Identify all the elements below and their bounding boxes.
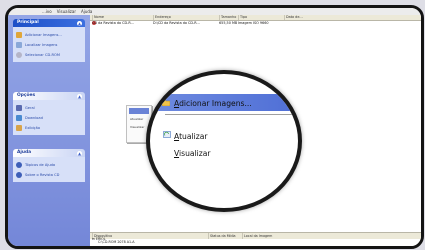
row-size: 655,50 MB (219, 21, 238, 25)
panel-principal: Principal ▲ Adicionar Imagens... Localiz… (13, 19, 85, 62)
display-icon (16, 125, 22, 131)
panel-ajuda-title: Ajuda (17, 150, 32, 155)
panel-opcoes-header[interactable]: Opções ▲ (13, 92, 85, 100)
column-header-endereco[interactable]: Endereço (153, 15, 171, 20)
menu-bar: ...ivo Visualizar Ajuda (8, 8, 421, 15)
tree-child[interactable]: C:\CD-ROM 2078 A1-A (92, 241, 135, 245)
menu-file[interactable]: ...ivo (42, 9, 52, 14)
sidebar-item-label: Sobre o Revista CD (25, 173, 60, 177)
sidebar-item-label: Adicionar Imagens... (25, 33, 62, 37)
menu-separator (165, 114, 295, 115)
row-name: CD da Revista do CD-R... (92, 21, 134, 25)
panel-opcoes-title: Opções (17, 93, 36, 98)
sidebar-item-selecionar-cdrom[interactable]: Selecionar CD-ROM (16, 50, 82, 60)
sidebar-item-geral[interactable]: Geral (16, 103, 82, 113)
context-menu: Adicionar Imagens... Atualizar Visualiza… (162, 99, 298, 200)
context-menu-small-highlight (129, 108, 149, 114)
column-header-tamanho[interactable]: Tamanho (219, 15, 236, 20)
column-header-nome[interactable]: Nome (92, 15, 104, 20)
menu-item-atualizar[interactable]: Atualizar (174, 132, 208, 141)
menu-item-adicionar-imagens[interactable]: Adicionar Imagens... (174, 99, 252, 108)
sidebar-item-download[interactable]: Download (16, 113, 82, 123)
magnifier-lens: Adicionar Imagens... Atualizar Visualiza… (146, 70, 302, 212)
window-frame: ...ivo Visualizar Ajuda Principal ▲ Adicio… (5, 5, 424, 249)
panel-principal-title: Principal (17, 20, 39, 25)
chevron-up-icon[interactable]: ▲ (77, 93, 82, 99)
search-images-icon (16, 42, 22, 48)
task-sidebar: Principal ▲ Adicionar Imagens... Localiz… (8, 15, 90, 246)
sidebar-item-label: Exibição (25, 126, 41, 130)
menu-visualizar[interactable]: Visualizar (57, 9, 76, 14)
menu-item-label: isualizar (179, 149, 211, 158)
panel-ajuda-body: Tópicos de Ajuda Sobre o Revista CD (13, 157, 85, 182)
folder-add-icon (162, 99, 170, 106)
panel-opcoes: Opções ▲ Geral Download Exibição (13, 92, 85, 135)
help-icon (16, 162, 22, 168)
menu-item-label: tualizar (179, 132, 208, 141)
sidebar-item-label: Selecionar CD-ROM (25, 53, 60, 57)
chevron-up-icon[interactable]: ▲ (77, 20, 82, 26)
info-icon (16, 172, 22, 178)
menu-ajuda[interactable]: Ajuda (81, 9, 92, 14)
column-header-tipo[interactable]: Tipo (238, 15, 247, 20)
sidebar-item-exibicao[interactable]: Exibição (16, 123, 82, 133)
column-header-local[interactable]: Local da Imagem (242, 233, 272, 239)
settings-icon (16, 105, 22, 111)
panel-ajuda: Ajuda ▲ Tópicos de Ajuda Sobre o Revista… (13, 149, 85, 182)
panel-opcoes-body: Geral Download Exibição (13, 100, 85, 135)
sidebar-item-label: Tópicos de Ajuda (25, 163, 56, 167)
sidebar-item-label: Download (25, 116, 43, 120)
chevron-up-icon[interactable]: ▲ (77, 150, 82, 156)
row-type: Imagem ISO 9660 (238, 21, 269, 25)
sidebar-item-topicos-ajuda[interactable]: Tópicos de Ajuda (16, 160, 82, 170)
panel-principal-header[interactable]: Principal ▲ (13, 19, 85, 27)
sidebar-item-label: Geral (25, 106, 35, 110)
table-row[interactable]: CD da Revista do CD-R... D:\CD da Revist… (90, 21, 421, 26)
panel-principal-body: Adicionar Imagens... Localizar Imagens S… (13, 27, 85, 62)
sidebar-item-sobre[interactable]: Sobre o Revista CD (16, 170, 82, 180)
add-images-icon (16, 32, 22, 38)
sidebar-item-adicionar-imagens[interactable]: Adicionar Imagens... (16, 30, 82, 40)
tree-child-label: C:\CD-ROM 2078 A1-A (98, 240, 135, 245)
menu-item-label: dicionar Imagens... (179, 99, 252, 108)
refresh-icon (163, 131, 171, 138)
panel-ajuda-header[interactable]: Ajuda ▲ (13, 149, 85, 157)
menu-item-visualizar[interactable]: Visualizar (174, 149, 211, 158)
column-header-status[interactable]: Status da Mídia (208, 233, 236, 239)
cdrom-icon (16, 52, 22, 58)
column-header-data[interactable]: Data de... (284, 15, 303, 20)
device-columns: Dispositivo Status da Mídia Local da Ima… (90, 232, 421, 239)
sidebar-item-localizar-imagens[interactable]: Localizar Imagens (16, 40, 82, 50)
download-icon (16, 115, 22, 121)
row-address: D:\CD da Revista do CD-R... (153, 21, 200, 25)
sidebar-item-label: Localizar Imagens (25, 43, 58, 47)
device-tree: ⊟ ERIOL C:\CD-ROM 2078 A1-A (92, 237, 135, 245)
